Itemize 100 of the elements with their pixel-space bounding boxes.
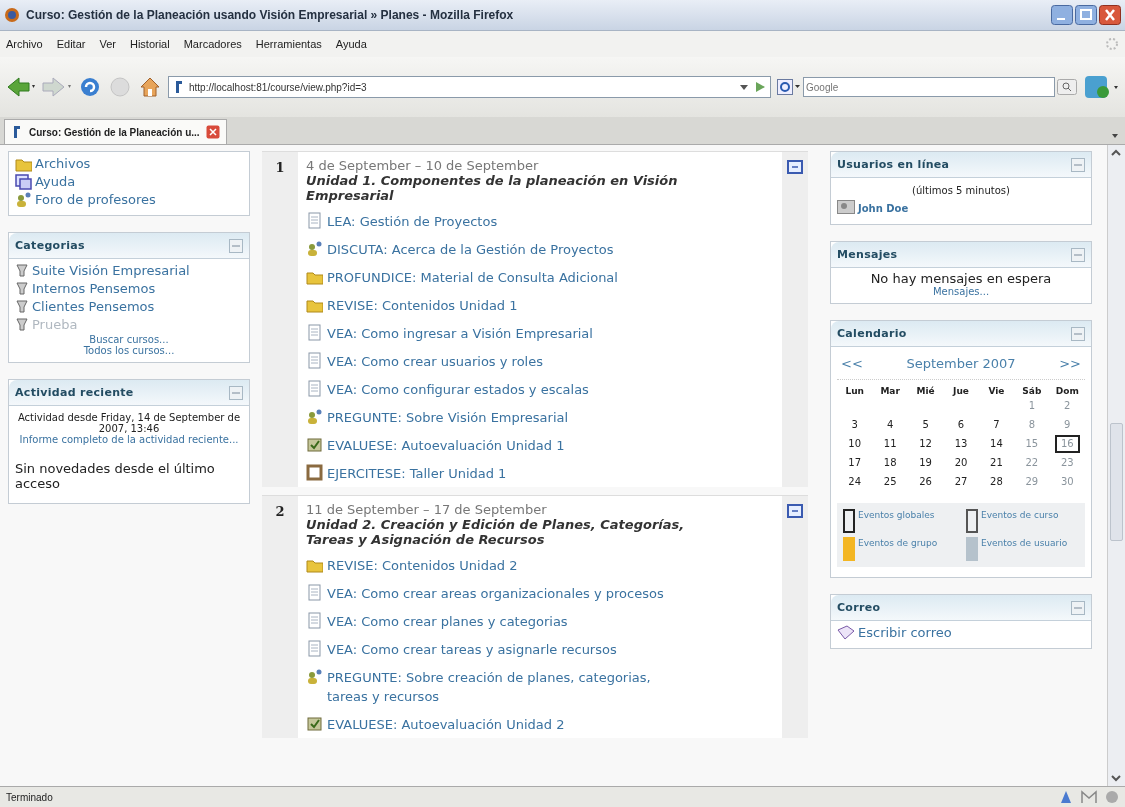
time-note: (últimos 5 minutos) [912, 185, 1010, 196]
activity-link[interactable]: EJERCITESE: Taller Unidad 1 [327, 464, 507, 483]
back-arrow-icon[interactable] [6, 75, 36, 99]
activity-link[interactable]: VEA: Como crear tareas y asignarle recursos [327, 640, 617, 659]
calendar-day[interactable]: 21 [984, 454, 1009, 472]
calendar-day[interactable]: 5 [916, 416, 935, 434]
section-title: Unidad 1. Componentes de la planeación en Visión Empresarial [306, 173, 679, 203]
section-dates: 11 de September – 17 de September [306, 502, 548, 517]
weekday-label: Sáb [1021, 386, 1043, 396]
activity-link[interactable]: PROFUNDICE: Material de Consulta Adicional [327, 268, 618, 287]
bookmark-icon[interactable] [1059, 790, 1073, 804]
close-tab-icon[interactable] [205, 125, 220, 139]
calendar-day[interactable]: 17 [842, 454, 868, 472]
home-icon[interactable] [138, 75, 162, 99]
sidebar-link[interactable]: Foro de profesores [35, 191, 156, 209]
search-icon[interactable] [1057, 79, 1077, 95]
calendar-day[interactable]: 24 [842, 473, 868, 491]
calendar-day[interactable]: 7 [987, 416, 1006, 434]
minimize-icon[interactable] [1051, 5, 1073, 25]
browser-tab[interactable]: Curso: Gestión de la Planeación u... [4, 119, 227, 144]
activity-link[interactable]: REVISE: Contenidos Unidad 2 [327, 556, 518, 575]
calendar-day[interactable]: 6 [951, 416, 971, 434]
reload-icon[interactable] [78, 75, 102, 99]
category-link[interactable]: Suite Visión Empresarial [32, 262, 190, 280]
calendar-day[interactable]: 14 [984, 435, 1009, 453]
calendar-day[interactable]: 25 [877, 473, 903, 491]
calendar-day[interactable]: 16 [1054, 435, 1080, 453]
weekday-label: Jue [951, 386, 970, 396]
activity-link[interactable]: VEA: Como crear planes y categorias [327, 612, 568, 631]
next-month-link[interactable]: >> [1059, 356, 1081, 371]
activity-link[interactable]: PREGUNTE: Sobre Visión Empresarial [327, 408, 569, 427]
document-icon [306, 380, 323, 397]
calendar-day[interactable]: 30 [1054, 473, 1080, 491]
calendar-day[interactable]: 9 [1058, 416, 1077, 434]
sidebar-link[interactable]: Ayuda [35, 173, 76, 191]
calendar-day[interactable]: 10 [842, 435, 868, 453]
mail-icon[interactable] [1081, 790, 1097, 804]
messages-link[interactable]: Mensajes... [932, 286, 990, 297]
scroll-thumb[interactable] [1110, 422, 1123, 541]
favicon-icon [11, 125, 23, 139]
address-bar[interactable]: http://localhost:81/course/view.php?id=3 [168, 76, 771, 98]
menu-item[interactable]: Ver [99, 38, 116, 50]
calendar-day[interactable]: 11 [877, 435, 903, 453]
sidebar-link[interactable]: Archivos [35, 155, 91, 173]
go-arrow-icon[interactable] [754, 81, 766, 93]
menu-item[interactable]: Editar [56, 38, 86, 50]
activity-link[interactable]: VEA: Como configurar estados y escalas [327, 380, 589, 399]
calendar-day[interactable]: 23 [1054, 454, 1080, 472]
calendar-day[interactable]: 20 [948, 454, 974, 472]
calendar-day[interactable]: 22 [1019, 454, 1045, 472]
course-link[interactable]: Todos los cursos... [83, 345, 175, 356]
activity-link[interactable]: DISCUTA: Acerca de la Gestión de Proyectos [327, 240, 614, 259]
calendar-day[interactable]: 13 [948, 435, 974, 453]
maximize-icon[interactable] [1075, 5, 1097, 25]
activity-link[interactable]: VEA: Como crear usuarios y roles [327, 352, 543, 371]
category-link[interactable]: Clientes Pensemos [32, 298, 155, 316]
document-icon [306, 584, 323, 601]
activity-link[interactable]: PREGUNTE: Sobre creación de planes, categorias, tareas y recursos [327, 668, 692, 706]
scrollbar[interactable] [1107, 145, 1125, 786]
report-link[interactable]: Informe completo de la actividad reciente... [19, 434, 239, 445]
activity-link[interactable]: EVALUESE: Autoevaluación Unidad 1 [327, 436, 565, 455]
extension-icon[interactable] [1083, 73, 1119, 101]
block-title: Calendario [837, 327, 908, 340]
menu-item[interactable]: Herramientas [255, 38, 322, 50]
search-field[interactable]: Google [803, 77, 1055, 97]
compose-mail-link[interactable]: Escribir correo [858, 624, 952, 642]
menu-item[interactable]: Marcadores [183, 38, 242, 50]
frame-icon [306, 464, 323, 481]
activity-link[interactable]: EVALUESE: Autoevaluación Unidad 2 [327, 715, 565, 734]
legend-label: Eventos globales [858, 509, 935, 521]
calendar-day[interactable]: 15 [1019, 435, 1045, 453]
calendar-day[interactable]: 19 [913, 454, 938, 472]
category-link[interactable]: Internos Pensemos [32, 280, 156, 298]
user-link[interactable]: John Doe [858, 200, 909, 218]
close-icon[interactable] [1099, 5, 1121, 25]
calendar-day[interactable]: 3 [845, 416, 864, 434]
previous-month-link[interactable]: << [841, 356, 863, 371]
calendar-day[interactable]: 26 [913, 473, 938, 491]
menu-item[interactable]: Ayuda [335, 38, 367, 50]
calendar-day[interactable]: 12 [913, 435, 938, 453]
calendar-day[interactable]: 27 [948, 473, 974, 491]
calendar-day[interactable]: 18 [877, 454, 903, 472]
calendar-day[interactable]: 29 [1019, 473, 1045, 491]
activity-link[interactable]: VEA: Como crear areas organizacionales y procesos [327, 584, 664, 603]
collapse-section-icon[interactable] [787, 504, 803, 518]
course-link[interactable]: Buscar cursos... [89, 334, 169, 345]
weekday-label: Mar [879, 386, 901, 396]
activity-link[interactable]: VEA: Como ingresar a Visión Empresarial [327, 324, 593, 343]
window-title: Curso: Gestión de la Planeación usando Visión Empresarial » Planes - Mozilla Firefox [26, 8, 515, 22]
activity-link[interactable]: LEA: Gestión de Proyectos [327, 212, 498, 231]
google-icon[interactable] [777, 79, 801, 95]
calendar-day[interactable]: 8 [1022, 416, 1042, 434]
menu-item[interactable]: Archivo [6, 38, 43, 50]
calendar-day[interactable]: 2 [1058, 397, 1077, 415]
calendar-day[interactable]: 1 [1022, 397, 1042, 415]
menu-item[interactable]: Historial [129, 38, 170, 50]
calendar-day[interactable]: 28 [984, 473, 1009, 491]
activity-link[interactable]: REVISE: Contenidos Unidad 1 [327, 296, 518, 315]
calendar-day[interactable]: 4 [880, 416, 900, 434]
collapse-section-icon[interactable] [787, 160, 803, 174]
